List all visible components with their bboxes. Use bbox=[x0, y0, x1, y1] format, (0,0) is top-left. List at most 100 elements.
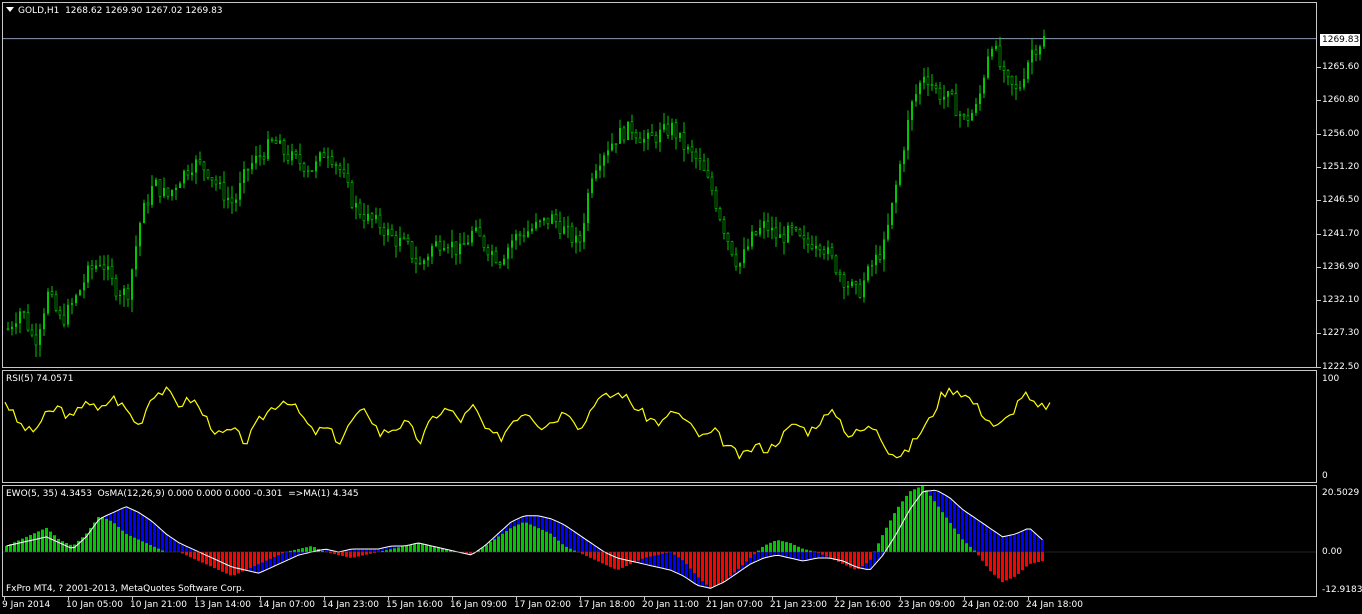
candle bbox=[291, 143, 293, 166]
candle bbox=[747, 238, 749, 252]
candle bbox=[1002, 60, 1006, 83]
ewo-bar bbox=[205, 552, 208, 565]
ewo-bar bbox=[829, 552, 832, 559]
ewo-bar bbox=[661, 552, 664, 569]
rsi-pane[interactable]: RSI(5) 74.0571 bbox=[2, 370, 1317, 483]
ewo-bar bbox=[989, 528, 992, 572]
ewo-bar bbox=[645, 552, 648, 565]
time-label: 20 Jan 11:00 bbox=[642, 600, 699, 610]
ewo-bar bbox=[525, 515, 528, 552]
candle bbox=[399, 226, 401, 252]
candle bbox=[694, 148, 698, 169]
candle bbox=[255, 146, 257, 170]
candle bbox=[47, 288, 49, 316]
candle bbox=[87, 261, 89, 288]
candle bbox=[475, 220, 477, 233]
candle bbox=[926, 67, 930, 96]
time-label: 17 Jan 02:00 bbox=[514, 600, 571, 610]
candle bbox=[938, 82, 942, 105]
candle bbox=[166, 187, 170, 200]
candle bbox=[219, 175, 221, 190]
ewo-bar bbox=[753, 552, 756, 563]
ewo-bar bbox=[17, 540, 20, 552]
ewo-bar bbox=[225, 552, 228, 574]
candle bbox=[43, 308, 45, 337]
time-label: 23 Jan 09:00 bbox=[898, 600, 955, 610]
ewo-bar bbox=[141, 514, 144, 552]
ewo-bar bbox=[657, 552, 660, 568]
candle bbox=[563, 216, 565, 235]
candle bbox=[58, 306, 62, 320]
time-label: 9 Jan 2014 bbox=[2, 600, 51, 610]
candle bbox=[179, 181, 181, 189]
ewo-bar bbox=[493, 536, 496, 552]
time-tick bbox=[836, 597, 837, 600]
candle bbox=[790, 222, 794, 236]
ewo-bar bbox=[513, 520, 516, 552]
time-tick bbox=[132, 597, 133, 600]
candle bbox=[451, 229, 453, 259]
candle bbox=[995, 40, 997, 52]
candle bbox=[54, 290, 58, 313]
ewo-bar bbox=[565, 526, 568, 552]
candle bbox=[438, 235, 442, 257]
time-tick bbox=[772, 597, 773, 600]
candle bbox=[195, 155, 197, 185]
ewo-bar bbox=[165, 534, 168, 552]
ewo-bar bbox=[1009, 535, 1012, 579]
candle bbox=[966, 108, 970, 128]
candle bbox=[394, 230, 398, 258]
candle bbox=[462, 232, 466, 245]
ewo-bar bbox=[413, 543, 416, 552]
candle bbox=[710, 171, 714, 196]
candle bbox=[718, 206, 722, 222]
candle bbox=[802, 225, 806, 249]
ewo-bar bbox=[597, 548, 600, 562]
ewo-bar bbox=[709, 552, 712, 589]
time-label: 21 Jan 07:00 bbox=[706, 600, 763, 610]
ewo-bar bbox=[873, 551, 876, 565]
candle bbox=[774, 216, 778, 247]
ewo-bar bbox=[265, 552, 268, 570]
time-tick bbox=[196, 597, 197, 600]
ewo-pane[interactable]: EWO(5, 35) 4.3453 OsMA(12,26,9) 0.000 0.… bbox=[2, 485, 1317, 597]
ewo-title: EWO(5, 35) 4.3453 OsMA(12,26,9) 0.000 0.… bbox=[6, 489, 359, 499]
candle bbox=[235, 193, 237, 212]
candle bbox=[362, 203, 366, 229]
candle bbox=[666, 115, 670, 139]
ewo-bar bbox=[389, 546, 392, 552]
ewo-bar bbox=[629, 552, 632, 565]
candle bbox=[511, 234, 513, 259]
ewo-bar bbox=[693, 552, 696, 584]
time-tick bbox=[1028, 597, 1029, 600]
rsi-line bbox=[4, 386, 1051, 460]
ewo-bar bbox=[21, 538, 24, 552]
ewo-bar bbox=[425, 544, 428, 552]
candle bbox=[158, 179, 162, 203]
candle bbox=[503, 254, 505, 266]
candle bbox=[622, 125, 626, 144]
candle bbox=[810, 235, 814, 251]
candle bbox=[515, 229, 517, 250]
candle bbox=[95, 260, 97, 273]
candle bbox=[191, 163, 193, 181]
ewo-bar bbox=[977, 520, 980, 556]
ewo-bar bbox=[909, 491, 912, 552]
ewo-bar bbox=[617, 552, 620, 570]
candle bbox=[139, 221, 141, 257]
ewo-bar bbox=[109, 513, 112, 552]
ewo-bar bbox=[637, 552, 640, 563]
candle bbox=[759, 219, 761, 237]
ewo-bar bbox=[789, 543, 792, 559]
ewo-bar bbox=[937, 491, 940, 552]
ewo-bar bbox=[1033, 532, 1036, 563]
price-tick bbox=[1317, 67, 1321, 68]
ewo-bar bbox=[385, 547, 388, 552]
ewo-bar bbox=[129, 508, 132, 552]
time-tick bbox=[516, 597, 517, 600]
candle bbox=[583, 213, 585, 250]
candle bbox=[90, 259, 94, 280]
candle bbox=[270, 137, 274, 143]
price-chart-pane[interactable]: GOLD,H1 1268.62 1269.90 1267.02 1269.83 bbox=[2, 2, 1317, 368]
ewo-bar bbox=[145, 517, 148, 552]
